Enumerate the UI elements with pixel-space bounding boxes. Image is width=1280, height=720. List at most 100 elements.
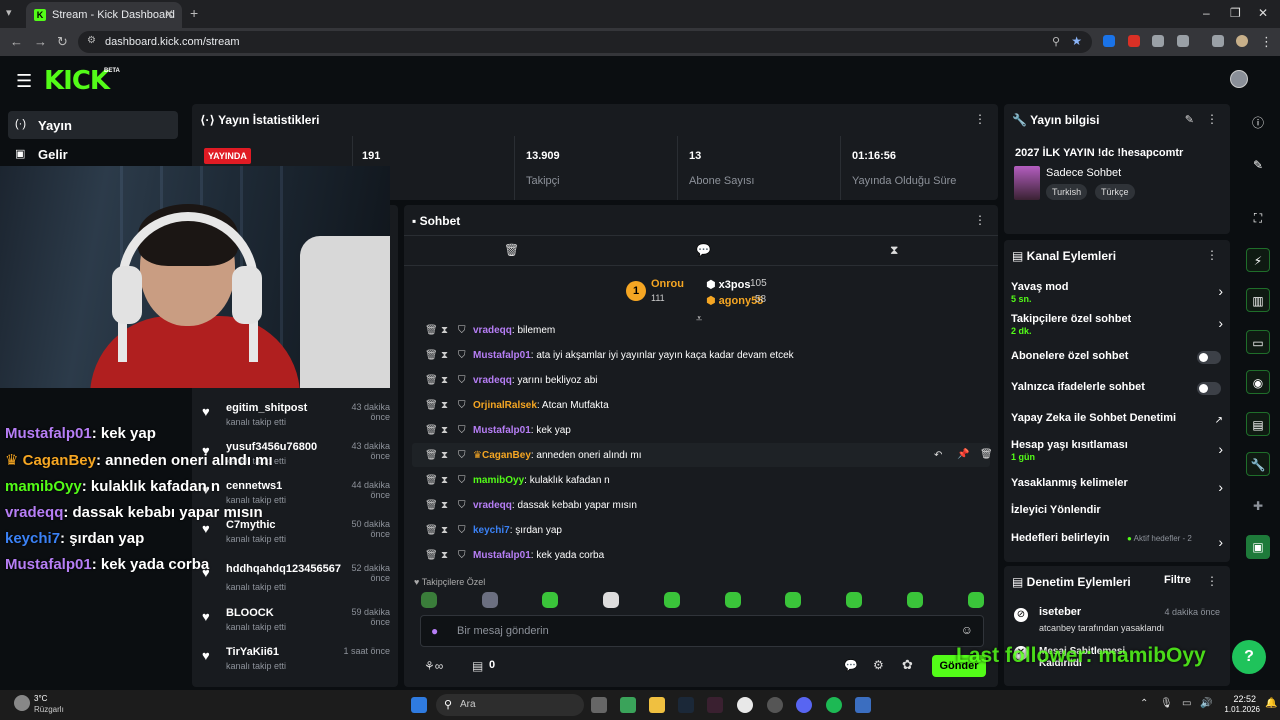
chat-settings-bubble-icon[interactable]: 💬 — [844, 659, 858, 672]
chat-message[interactable]: 🗑 ⧗ ⛉ ♛CaganBey: anneden oneri alındı mı — [421, 444, 991, 468]
ai-moderation-row[interactable]: Yapay Zeka ile Sohbet Denetimi ↗ — [1011, 412, 1223, 440]
emote-icon[interactable] — [482, 592, 498, 608]
chat-message[interactable]: 🗑 ⧗ ⛉ Mustafalp01: ata iyi akşamlar iyi yay… — [421, 344, 991, 368]
kick-logo[interactable]: KICK — [44, 66, 110, 96]
chat-rail-icon[interactable]: ▭ — [1246, 330, 1270, 354]
reload-icon[interactable]: ↻ — [57, 34, 68, 50]
gifter-2-name[interactable]: ⬢ x3pos — [706, 278, 750, 291]
trash-icon[interactable]: 🗑 — [504, 243, 519, 257]
browser-menu-icon[interactable]: ⋮ — [1260, 34, 1273, 50]
chat-message[interactable]: 🗑 ⧗ ⛉ Mustafalp01: kek yada corba — [421, 544, 991, 568]
notes-icon[interactable]: ▥ — [1246, 288, 1270, 312]
site-info-icon[interactable]: ⚙ — [87, 35, 96, 46]
chat-message[interactable]: 🗑 ⧗ ⛉ vradeqq: bilemem — [421, 319, 991, 343]
edit-pencil-icon[interactable]: ✎ — [1185, 113, 1194, 126]
forward-icon[interactable]: → — [34, 34, 47, 49]
emote-chat-row[interactable]: Yalnızca ifadelerle sohbet — [1011, 381, 1223, 409]
chat-input[interactable]: ● Bir mesaj gönderin ☺ — [420, 615, 984, 647]
subs-chat-toggle[interactable] — [1197, 351, 1221, 364]
store-icon[interactable]: ▤ — [472, 659, 483, 673]
spotify-icon[interactable] — [826, 697, 842, 713]
chat-bubble-icon[interactable]: 💬 — [696, 243, 711, 257]
minecraft-icon[interactable] — [620, 697, 636, 713]
app-icon[interactable] — [707, 697, 723, 713]
close-tab-icon[interactable]: ✕ — [164, 7, 174, 21]
emote-icon[interactable] — [846, 592, 862, 608]
reading-list-icon[interactable] — [1212, 35, 1224, 47]
channel-actions-menu-icon[interactable]: ⋮ — [1206, 248, 1218, 262]
help-chat-icon[interactable]: ? — [1232, 640, 1266, 674]
extension-icon[interactable] — [1152, 35, 1164, 47]
emote-icon[interactable] — [968, 592, 984, 608]
back-icon[interactable]: ← — [10, 34, 23, 49]
file-explorer-icon[interactable] — [649, 697, 665, 713]
raid-row[interactable]: İzleyici Yönlendir — [1011, 504, 1223, 532]
subs-chat-row[interactable]: Abonelere özel sohbet — [1011, 350, 1223, 378]
taskbar-search[interactable]: ⚲ Ara — [436, 694, 584, 716]
mod-tools-icon[interactable]: ✿ — [902, 657, 913, 673]
followers-chat-row[interactable]: Takipçilere özel sohbet 2 dk. › — [1011, 313, 1223, 341]
stats-menu-icon[interactable]: ⋮ — [974, 112, 986, 126]
filter-button[interactable]: Filtre — [1164, 574, 1191, 586]
chat-message[interactable]: 🗑 ⧗ ⛉ mamibOyy: kulaklık kafadan n — [421, 469, 991, 493]
emote-icon[interactable] — [421, 592, 437, 608]
volume-icon[interactable]: 🔊 — [1200, 698, 1212, 709]
hourglass-icon[interactable]: ⧗ — [890, 243, 898, 258]
maximize-icon[interactable]: ❐ — [1230, 6, 1241, 20]
leader-name[interactable]: Onrou — [651, 278, 684, 290]
chat-message[interactable]: 🗑 ⧗ ⛉ keychi7: şırdan yap — [421, 519, 991, 543]
app-icon[interactable] — [855, 697, 871, 713]
emote-icon[interactable] — [603, 592, 619, 608]
zoom-icon[interactable]: ⚲ — [1052, 35, 1060, 48]
slow-mode-row[interactable]: Yavaş mod 5 sn. › — [1011, 281, 1223, 309]
nav-item-gelir[interactable]: ▣ Gelir — [8, 140, 178, 168]
task-view-icon[interactable] — [591, 697, 607, 713]
chat-message[interactable]: 🗑 ⧗ ⛉ vradeqq: dassak kebabı yapar mısın — [421, 494, 991, 518]
info-icon[interactable]: ⓘ — [1246, 111, 1270, 135]
notification-bell-icon[interactable]: 🔔 — [1265, 698, 1277, 709]
hamburger-menu-icon[interactable]: ☰ — [16, 71, 32, 92]
steam-icon[interactable] — [678, 697, 694, 713]
infinity-icon[interactable]: ⚘∞ — [424, 659, 443, 673]
network-icon[interactable]: ▭ — [1182, 698, 1191, 709]
close-window-icon[interactable]: ✕ — [1258, 6, 1268, 20]
chat-menu-icon[interactable]: ⋮ — [974, 213, 986, 227]
emote-icon[interactable] — [785, 592, 801, 608]
modlog-rail-icon[interactable]: ▤ — [1246, 412, 1270, 436]
edit-icon[interactable]: ✎ — [1246, 153, 1270, 177]
microphone-icon[interactable]: ● — [431, 624, 438, 638]
focus-icon[interactable]: ⛶ — [1246, 206, 1270, 230]
banned-words-row[interactable]: Yasaklanmış kelimeler › — [1011, 477, 1223, 505]
mod-actions-menu-icon[interactable]: ⋮ — [1206, 574, 1218, 588]
emote-chat-toggle[interactable] — [1197, 382, 1221, 395]
discord-icon[interactable] — [796, 697, 812, 713]
settings-gear-icon[interactable]: ⚙ — [873, 658, 884, 672]
quick-actions-icon[interactable]: ⚡ — [1246, 248, 1270, 272]
add-widget-icon[interactable]: ✚ — [1246, 494, 1270, 518]
tab-list-icon[interactable]: ▾ — [6, 6, 12, 19]
browser-tab[interactable]: K Stream - Kick Dashboard ✕ — [26, 2, 182, 28]
profile-icon[interactable] — [1236, 35, 1248, 47]
tray-chevron-icon[interactable]: ⌃ — [1140, 698, 1148, 709]
emote-icon[interactable] — [664, 592, 680, 608]
chrome-icon[interactable] — [737, 697, 753, 713]
minimize-icon[interactable]: – — [1203, 6, 1210, 20]
app-icon[interactable] — [767, 697, 783, 713]
user-avatar[interactable] — [1230, 70, 1248, 88]
account-age-row[interactable]: Hesap yaşı kısıtlaması 1 gün › — [1011, 439, 1223, 467]
tools-rail-icon[interactable]: 🔧 — [1246, 452, 1270, 476]
emote-icon[interactable] — [542, 592, 558, 608]
goals-row[interactable]: Hedefleri belirleyin ● Aktif hedefler - 2… — [1011, 532, 1223, 560]
extension-icon[interactable] — [1128, 35, 1140, 47]
chat-message[interactable]: 🗑 ⧗ ⛉ Mustafalp01: kek yap — [421, 419, 991, 443]
weather-icon[interactable] — [14, 695, 30, 711]
windows-start-icon[interactable] — [411, 697, 427, 713]
new-tab-icon[interactable]: + — [190, 5, 198, 21]
bookmark-star-icon[interactable]: ★ — [1071, 34, 1082, 48]
broadcast-rail-icon[interactable]: ◉ — [1246, 370, 1270, 394]
category-name[interactable]: Sadece Sohbet — [1046, 167, 1121, 179]
chat-message[interactable]: 🗑 ⧗ ⛉ OrjinalRalsek: Atcan Mutfakta — [421, 394, 991, 418]
nav-item-yayin[interactable]: (·) Yayın — [8, 111, 178, 139]
address-bar[interactable]: ⚙ dashboard.kick.com/stream ⚲ ★ — [78, 31, 1092, 53]
stream-info-menu-icon[interactable]: ⋮ — [1206, 112, 1218, 126]
